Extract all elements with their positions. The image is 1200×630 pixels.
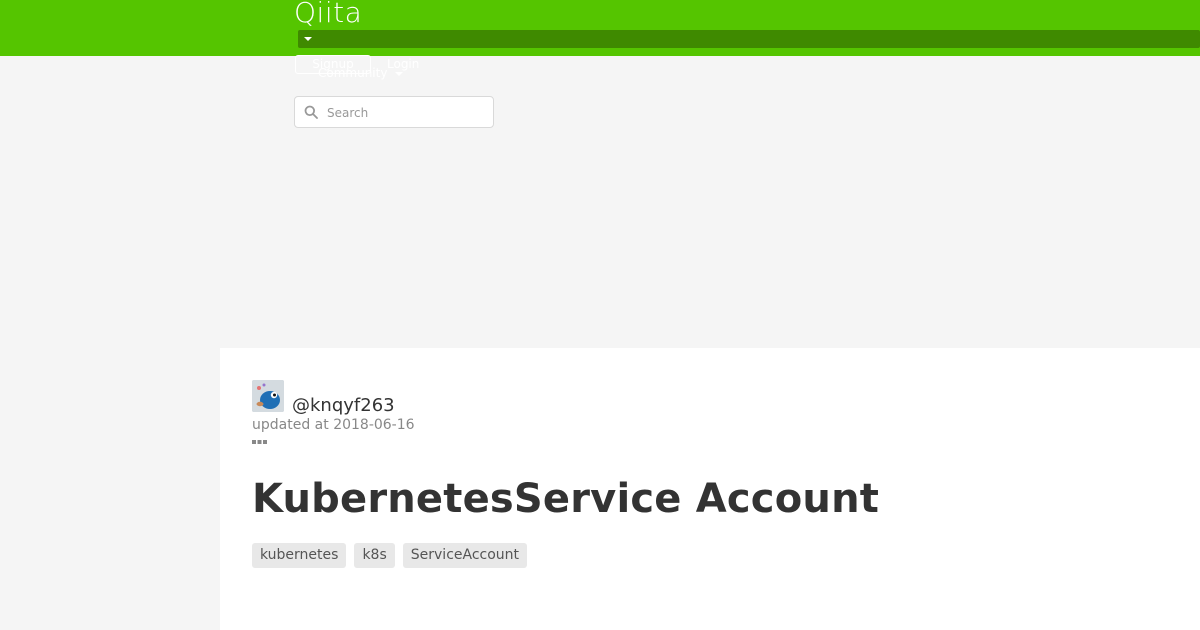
tag-list: kubernetes k8s ServiceAccount (252, 543, 528, 568)
chevron-down-icon (395, 72, 403, 76)
author-name[interactable]: @knqyf263 (292, 395, 395, 416)
top-header: Qiita (0, 0, 1200, 56)
tag-serviceaccount[interactable]: ServiceAccount (402, 543, 528, 568)
updated-prefix: updated at (252, 417, 334, 433)
article-card: @knqyf263 updated at 2018-06-16 Kubernet… (220, 348, 1200, 630)
more-icon[interactable] (252, 439, 268, 445)
avatar-image (252, 380, 284, 412)
community-menu[interactable]: Community (318, 66, 387, 80)
search-box (294, 96, 494, 128)
avatar[interactable] (252, 380, 284, 412)
tag-k8s[interactable]: k8s (354, 543, 395, 568)
search-input[interactable] (327, 104, 487, 122)
chevron-down-icon (304, 37, 312, 41)
article-title: KubernetesService Account (252, 476, 880, 522)
updated-timestamp: updated at 2018-06-16 (252, 417, 415, 433)
updated-date: 2018-06-16 (333, 417, 415, 433)
tag-kubernetes[interactable]: kubernetes (252, 543, 347, 568)
search-icon (304, 105, 318, 119)
header-dropdown-bar[interactable] (298, 30, 1200, 48)
login-link[interactable]: Login (387, 57, 419, 71)
qiita-logo[interactable]: Qiita (294, 0, 362, 29)
